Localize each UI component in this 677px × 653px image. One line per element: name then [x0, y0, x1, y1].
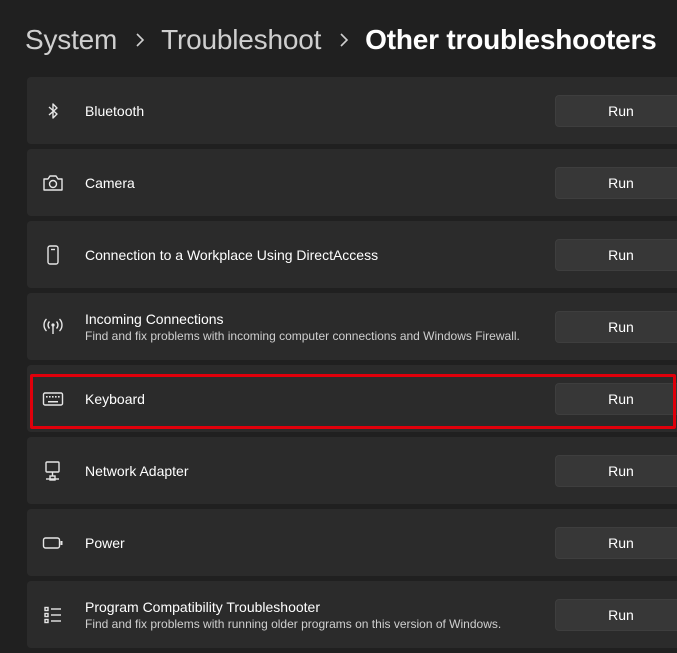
- run-keyboard-button[interactable]: Run: [555, 382, 677, 415]
- run-directaccess-button[interactable]: Run: [555, 238, 677, 271]
- keyboard-icon: [41, 387, 65, 411]
- troubleshooter-program-compatibility: Program Compatibility Troubleshooter Fin…: [27, 581, 677, 648]
- troubleshooter-title: Camera: [85, 174, 135, 191]
- troubleshooter-keyboard: Keyboard Run: [27, 365, 677, 432]
- troubleshooter-description: Find and fix problems with running older…: [85, 616, 502, 631]
- breadcrumb-troubleshoot[interactable]: Troubleshoot: [161, 24, 321, 56]
- network-adapter-icon: [41, 459, 65, 483]
- phone-device-icon: [41, 243, 65, 267]
- chevron-right-icon: [333, 32, 355, 48]
- troubleshooter-title: Incoming Connections: [85, 310, 224, 327]
- run-bluetooth-button[interactable]: Run: [555, 94, 677, 127]
- troubleshooter-title: Connection to a Workplace Using DirectAc…: [85, 246, 379, 263]
- breadcrumb: System Troubleshoot Other troubleshooter…: [25, 18, 657, 62]
- run-program-compatibility-button[interactable]: Run: [555, 598, 677, 631]
- run-power-button[interactable]: Run: [555, 526, 677, 559]
- troubleshooter-power: Power Run: [27, 509, 677, 576]
- troubleshooter-camera: Camera Run: [27, 149, 677, 216]
- run-incoming-connections-button[interactable]: Run: [555, 310, 677, 343]
- troubleshooter-title: Network Adapter: [85, 462, 189, 479]
- camera-icon: [41, 171, 65, 195]
- troubleshooter-bluetooth: Bluetooth Run: [27, 77, 677, 144]
- breadcrumb-system[interactable]: System: [25, 24, 117, 56]
- troubleshooter-title: Program Compatibility Troubleshooter: [85, 598, 320, 615]
- troubleshooter-title: Keyboard: [85, 390, 145, 407]
- troubleshooter-description: Find and fix problems with incoming comp…: [85, 328, 520, 343]
- battery-icon: [41, 531, 65, 555]
- troubleshooter-title: Power: [85, 534, 125, 551]
- troubleshooter-directaccess: Connection to a Workplace Using DirectAc…: [27, 221, 677, 288]
- troubleshooter-network-adapter: Network Adapter Run: [27, 437, 677, 504]
- run-network-adapter-button[interactable]: Run: [555, 454, 677, 487]
- page-title: Other troubleshooters: [365, 24, 657, 55]
- troubleshooter-title: Bluetooth: [85, 102, 145, 119]
- bluetooth-icon: [41, 99, 65, 123]
- run-camera-button[interactable]: Run: [555, 166, 677, 199]
- list-icon: [41, 603, 65, 627]
- troubleshooter-list: Bluetooth Run Camera Run Connection to a…: [27, 77, 677, 653]
- chevron-right-icon: [129, 32, 151, 48]
- antenna-signal-icon: [41, 315, 65, 339]
- troubleshooter-incoming-connections: Incoming Connections Find and fix proble…: [27, 293, 677, 360]
